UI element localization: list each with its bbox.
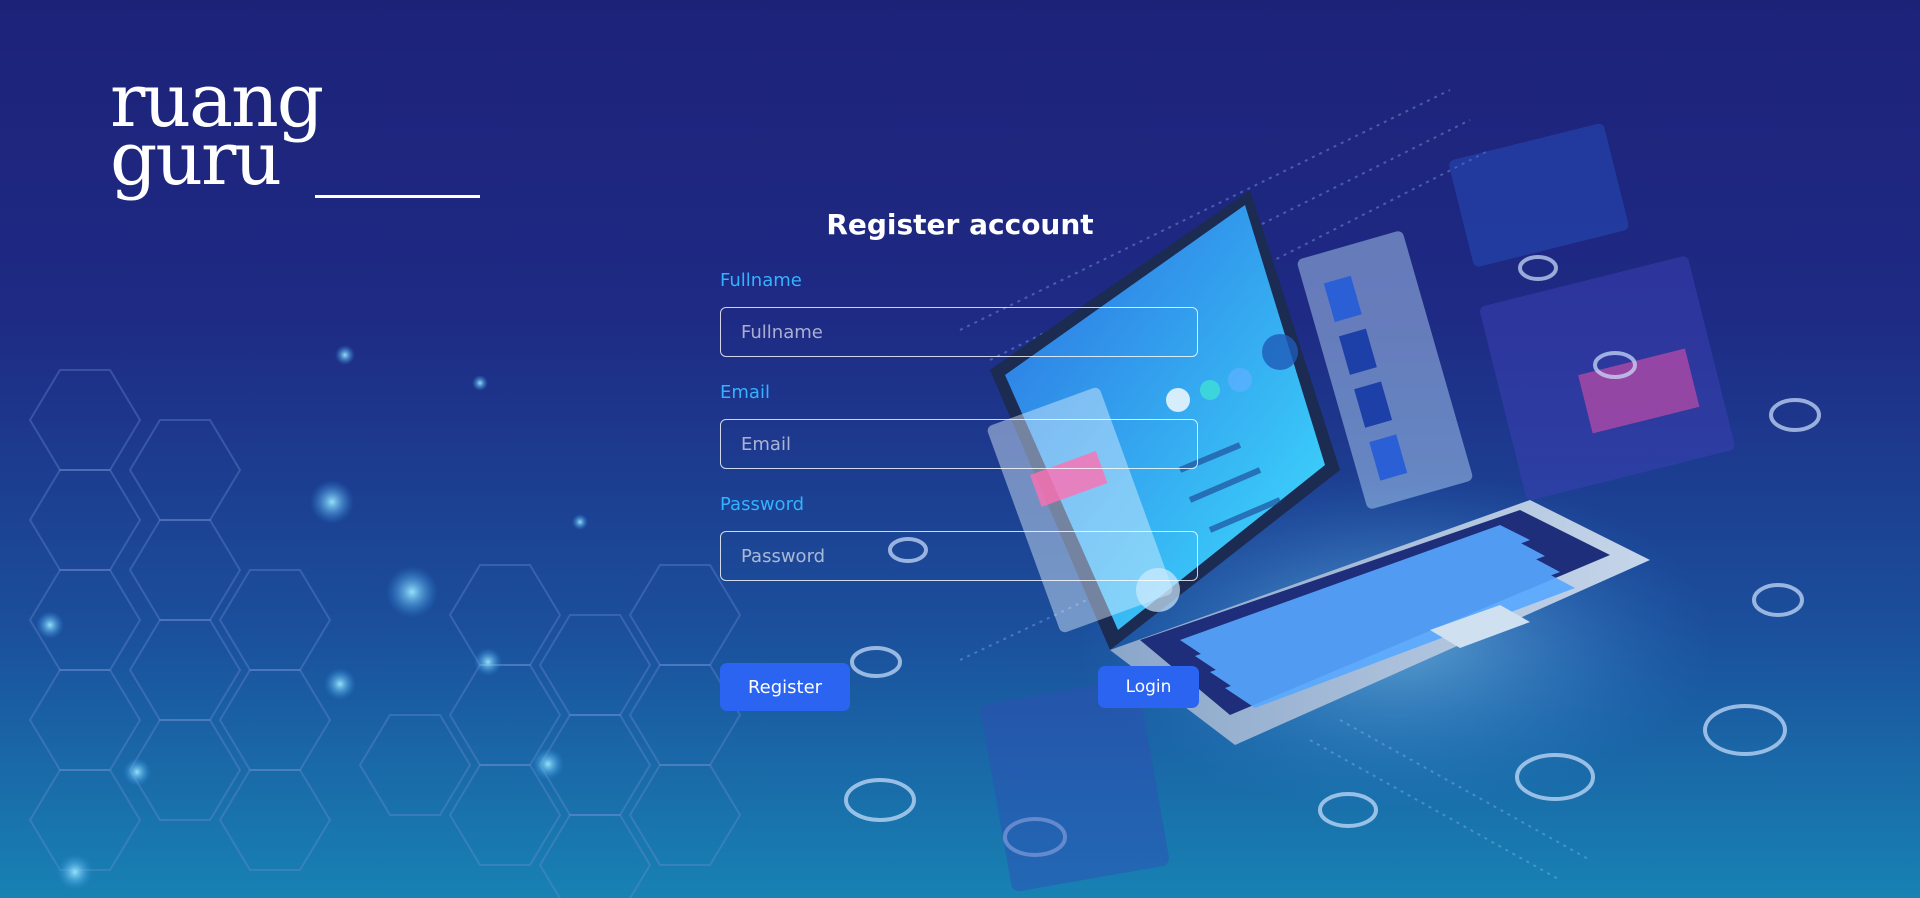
fullname-input[interactable] — [720, 307, 1198, 357]
register-button[interactable]: Register — [720, 663, 850, 711]
password-input[interactable] — [720, 531, 1198, 581]
hexagon-pattern — [28, 369, 742, 898]
fullname-label: Fullname — [720, 270, 802, 291]
password-label: Password — [720, 494, 805, 515]
email-label: Email — [720, 382, 770, 403]
login-button[interactable]: Login — [1098, 666, 1199, 708]
email-input[interactable] — [720, 419, 1198, 469]
ruangguru-logo: ruang guru — [110, 64, 480, 232]
form-title: Register account — [826, 208, 1094, 241]
logo-text-line2: guru — [110, 116, 282, 202]
glow-dots — [36, 345, 588, 890]
logo-underline — [315, 195, 480, 198]
